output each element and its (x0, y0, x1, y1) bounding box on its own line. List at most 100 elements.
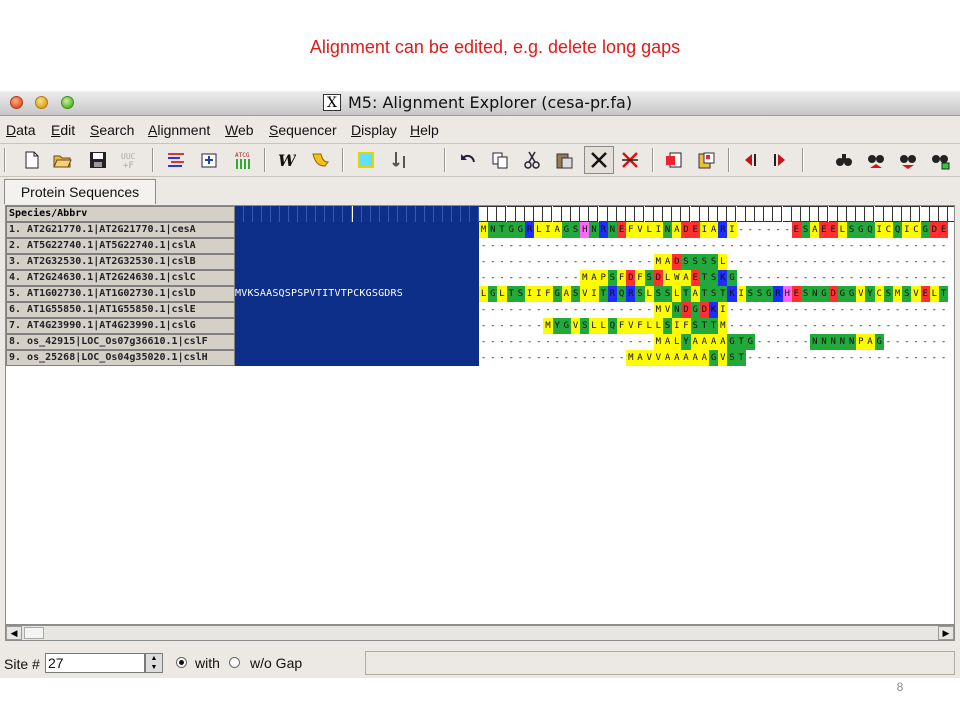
residue-cell[interactable]: Y (552, 318, 562, 334)
residue-cell[interactable]: - (902, 318, 911, 334)
residue-cell[interactable]: A (663, 350, 673, 366)
residue-cell[interactable]: - (911, 254, 920, 270)
residue-cell[interactable]: - (727, 302, 736, 318)
residue-cell[interactable]: I (902, 222, 912, 238)
residue-cell[interactable]: - (608, 350, 617, 366)
residue-cell[interactable]: - (865, 318, 874, 334)
selected-gap-block[interactable]: MVKSAASQSPSPVTITVTPCKGSGDRS (235, 286, 479, 302)
residue-cell[interactable]: F (681, 318, 691, 334)
column-header-cell[interactable] (451, 206, 461, 222)
residue-cell[interactable]: - (488, 350, 497, 366)
residue-cell[interactable]: - (764, 254, 773, 270)
residue-cell[interactable]: - (930, 318, 939, 334)
residue-cell[interactable]: - (783, 334, 792, 350)
residue-cell[interactable]: - (553, 270, 562, 286)
column-header-cell[interactable] (571, 206, 580, 222)
spin-down-icon[interactable]: ▼ (146, 663, 162, 672)
residue-cell[interactable]: I (534, 286, 544, 302)
residue-cell[interactable]: - (847, 254, 856, 270)
residue-cell[interactable]: N (828, 334, 838, 350)
residue-cell[interactable]: S (681, 254, 691, 270)
residue-cell[interactable]: - (645, 302, 654, 318)
residue-cell[interactable]: - (571, 270, 580, 286)
sequence-name[interactable]: 5. AT1G02730.1|AT1G02730.1|cslD (6, 286, 235, 302)
align-muscle-icon[interactable] (200, 150, 220, 170)
residue-cell[interactable]: - (516, 318, 525, 334)
residue-cell[interactable]: - (856, 254, 865, 270)
residue-cell[interactable]: - (911, 334, 920, 350)
residue-cell[interactable]: T (598, 286, 608, 302)
residue-cell[interactable]: A (690, 334, 700, 350)
column-header-cell[interactable] (920, 206, 930, 222)
residue-cell[interactable]: - (792, 318, 801, 334)
residue-cell[interactable]: - (838, 238, 847, 254)
column-header-cell[interactable] (893, 206, 902, 222)
residue-cell[interactable]: S (571, 286, 581, 302)
residue-cell[interactable]: - (801, 334, 810, 350)
residue-cell[interactable]: - (599, 254, 608, 270)
residue-cell[interactable]: - (525, 334, 534, 350)
residue-cell[interactable]: - (819, 254, 828, 270)
menu-edit[interactable]: Edit (51, 122, 75, 138)
residue-cell[interactable]: S (755, 286, 765, 302)
residue-cell[interactable]: - (755, 270, 764, 286)
residue-cell[interactable]: F (617, 270, 627, 286)
column-header-cell[interactable] (948, 206, 954, 222)
column-header-cell[interactable] (617, 206, 626, 222)
residue-cell[interactable]: I (543, 222, 553, 238)
column-header-cell[interactable] (397, 206, 407, 222)
selected-gap-block[interactable] (235, 238, 479, 254)
column-header-cell[interactable] (635, 206, 645, 222)
minimize-window-button[interactable] (35, 96, 48, 109)
residue-cell[interactable]: L (672, 286, 682, 302)
selected-gap-block[interactable] (235, 254, 479, 270)
residue-cell[interactable]: Q (607, 318, 617, 334)
column-header-cell[interactable] (343, 206, 353, 222)
residue-cell[interactable]: - (626, 302, 635, 318)
residue-cell[interactable]: - (893, 318, 902, 334)
sequence-name[interactable]: 1. AT2G21770.1|AT2G21770.1|cesA (6, 222, 235, 238)
column-header-cell[interactable] (902, 206, 912, 222)
column-header-cell[interactable] (325, 206, 335, 222)
residue-cell[interactable]: V (856, 286, 866, 302)
residue-cell[interactable]: - (497, 238, 506, 254)
residue-cell[interactable]: - (902, 302, 911, 318)
residue-cell[interactable]: A (865, 334, 875, 350)
residue-cell[interactable]: I (727, 222, 737, 238)
residue-cell[interactable]: - (516, 254, 525, 270)
residue-cell[interactable]: - (755, 222, 764, 238)
residue-cell[interactable]: - (516, 238, 525, 254)
residue-cell[interactable]: N (847, 334, 857, 350)
column-header-cell[interactable] (515, 206, 525, 222)
residue-cell[interactable]: - (654, 238, 663, 254)
residue-cell[interactable]: - (589, 334, 598, 350)
residue-cell[interactable]: - (553, 350, 562, 366)
residue-cell[interactable]: S (644, 270, 654, 286)
residue-cell[interactable]: T (497, 222, 507, 238)
residue-cell[interactable]: G (488, 286, 498, 302)
residue-cell[interactable]: L (663, 270, 673, 286)
residue-cell[interactable]: N (607, 222, 617, 238)
residue-cell[interactable]: - (801, 302, 810, 318)
residue-cell[interactable]: - (755, 302, 764, 318)
move-sites-icon[interactable] (390, 150, 410, 170)
residue-cell[interactable]: G (727, 334, 737, 350)
residue-cell[interactable]: S (847, 222, 857, 238)
residue-cell[interactable]: T (506, 286, 516, 302)
menu-help[interactable]: Help (410, 122, 439, 138)
residue-cell[interactable]: - (801, 350, 810, 366)
residue-cell[interactable]: - (553, 334, 562, 350)
residue-cell[interactable]: - (507, 302, 516, 318)
column-header-cell[interactable] (433, 206, 443, 222)
residue-cell[interactable]: E (791, 222, 801, 238)
residue-cell[interactable]: Y (681, 334, 691, 350)
sequence-name[interactable]: 7. AT4G23990.1|AT4G23990.1|cslG (6, 318, 235, 334)
residue-cell[interactable]: M (653, 254, 663, 270)
residue-cell[interactable]: - (727, 238, 736, 254)
column-header-cell[interactable] (280, 206, 290, 222)
residue-cell[interactable]: M (653, 302, 663, 318)
residue-cell[interactable]: - (875, 270, 884, 286)
column-header-cell[interactable] (709, 206, 718, 222)
residue-cell[interactable]: A (663, 254, 673, 270)
residue-cell[interactable]: G (819, 286, 829, 302)
